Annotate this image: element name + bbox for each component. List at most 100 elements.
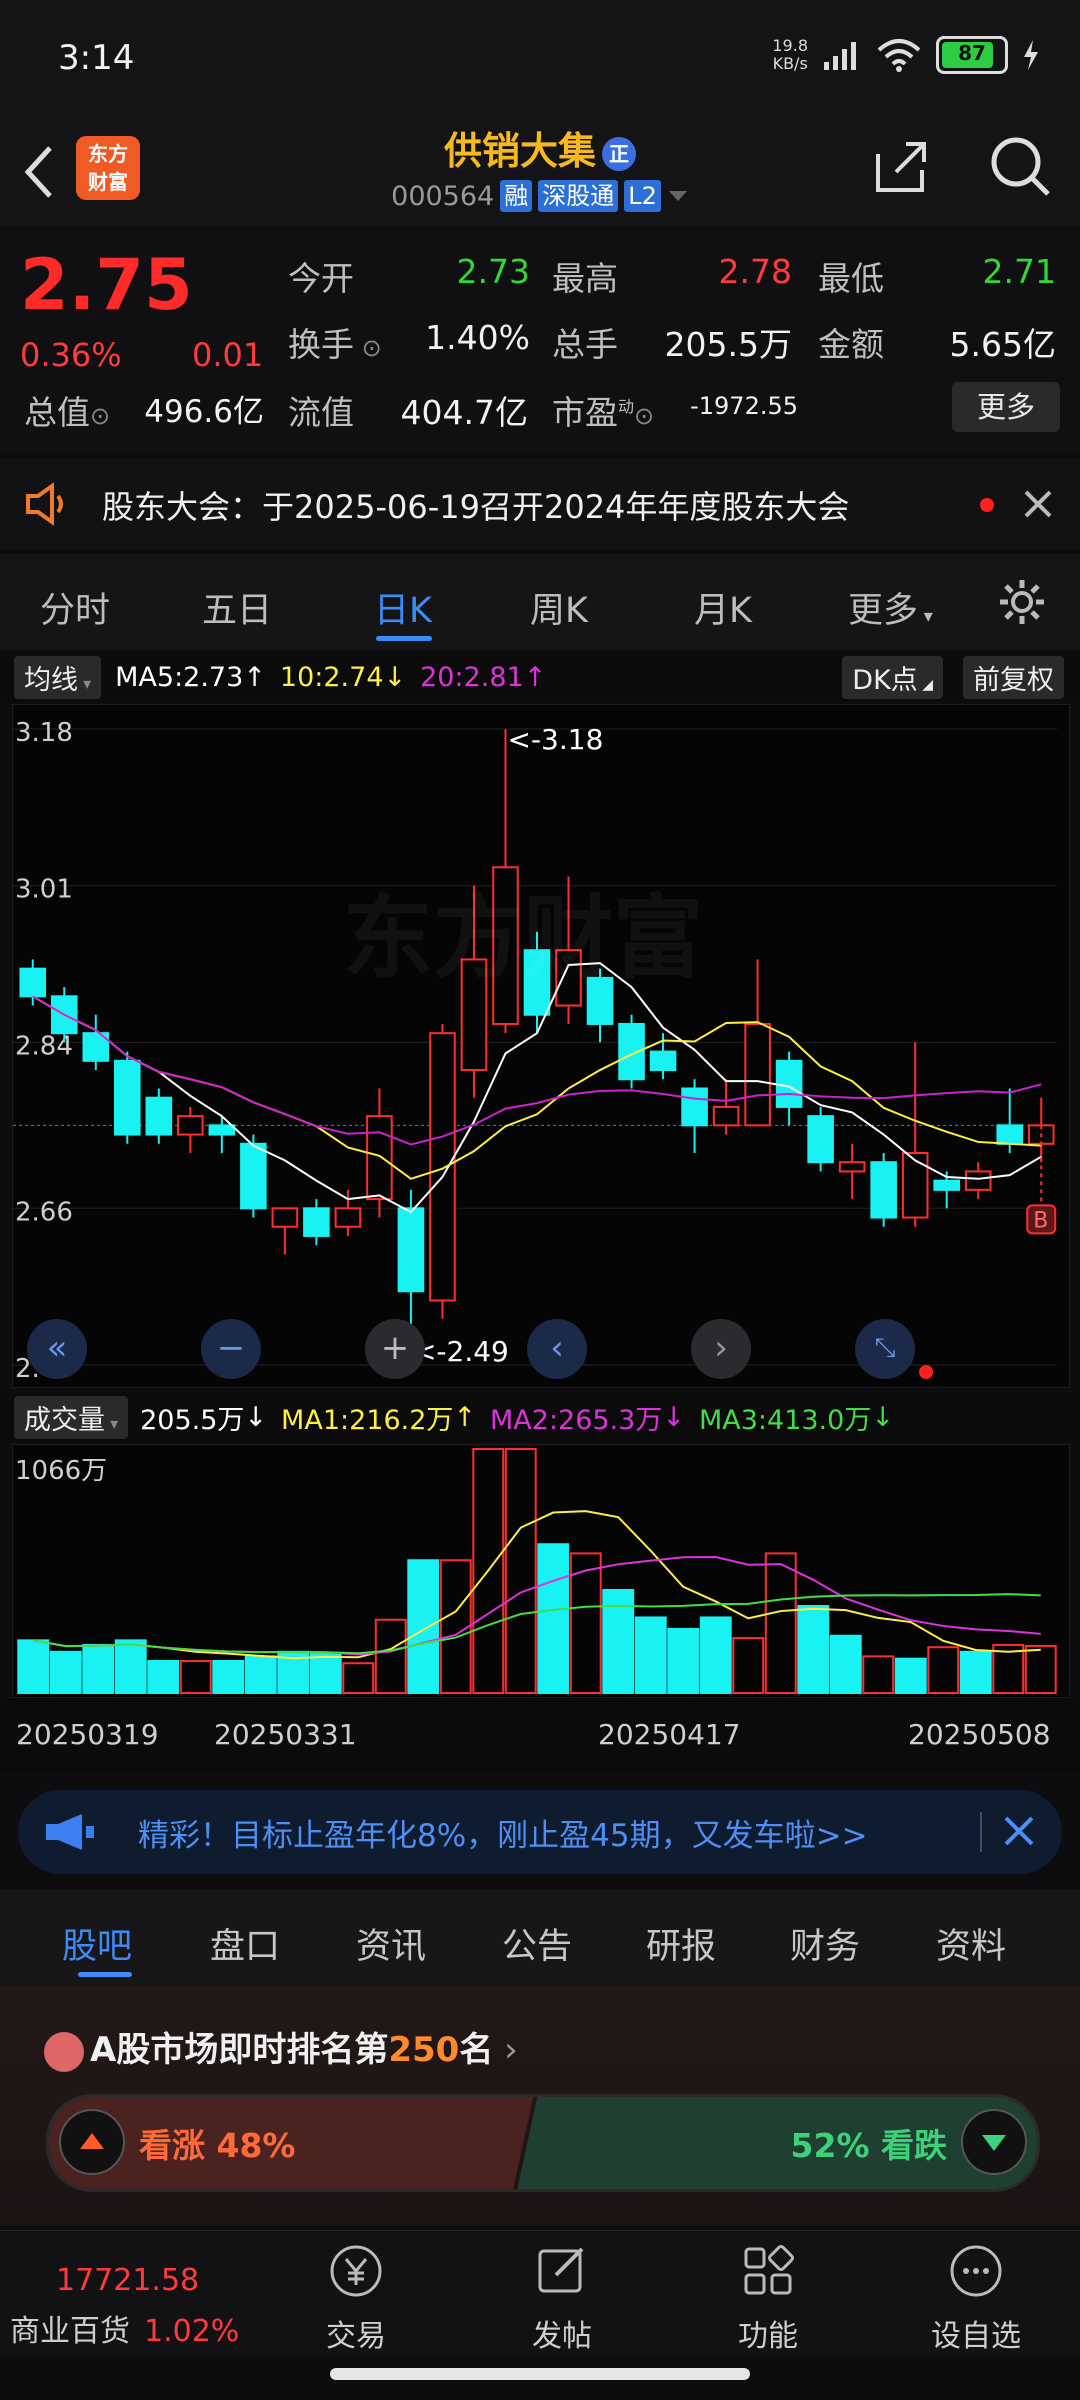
zoom-in-icon[interactable]: +	[365, 1319, 425, 1379]
volume-bar	[732, 1637, 765, 1694]
ma-legend-row: 均线 ▾ MA5:2.73 ↑ 10:2.74 ↓ 20:2.81 ↑ DK点 ◢ 前…	[0, 652, 1080, 702]
volume-svg: 1066万	[15, 1448, 1057, 1695]
vol-ma1: MA1:216.2万	[281, 1404, 454, 1436]
candle-body	[870, 1161, 897, 1219]
turnover-label[interactable]: 换手 ⊙	[288, 318, 382, 366]
tab-more[interactable]: 更多 ▾	[848, 582, 933, 633]
tab-forum[interactable]: 股吧	[62, 1918, 132, 1969]
triangle-up-icon	[80, 2133, 104, 2149]
y-tick-label: 3.18	[15, 718, 73, 748]
promo-banner[interactable]: 精彩！目标止盈年化8%，刚止盈45期，又发车啦>>	[18, 1790, 1062, 1874]
tab-news[interactable]: 资讯	[356, 1918, 426, 1969]
arrow-down-icon: ↓	[244, 1401, 268, 1433]
rank-prefix: A股市场即时排名第	[90, 2030, 389, 2070]
gear-icon[interactable]	[996, 576, 1048, 628]
volume-bar	[764, 1552, 797, 1695]
arrow-up-icon: ↑	[523, 661, 547, 693]
tab-financials[interactable]: 财务	[790, 1918, 860, 1969]
change-value: 0.01	[192, 336, 264, 374]
caret-down-icon: ▾	[78, 673, 92, 693]
adjust-button[interactable]: 前复权	[963, 655, 1064, 699]
vote-up-button[interactable]	[59, 2109, 125, 2175]
vote-down-button[interactable]	[961, 2109, 1027, 2175]
volume-legend-row: 成交量 ▾ 205.5万 ↓ MA1:216.2万 ↑ MA2:265.3万 ↓ MA…	[0, 1392, 1080, 1442]
volume-bar	[179, 1659, 212, 1694]
dk-label: DK点	[852, 664, 918, 696]
dk-point-toggle[interactable]: DK点 ◢	[842, 655, 943, 699]
vote-down-segment[interactable]	[517, 2097, 1037, 2189]
quote-panel: 2.75 0.36% 0.01 今开 2.73 最高 2.78 最低 2.71 …	[0, 226, 1080, 454]
prev-icon[interactable]: ‹	[527, 1319, 587, 1379]
ma-selector[interactable]: 均线 ▾	[14, 655, 102, 699]
float-cap-value: 404.7亿	[400, 393, 528, 432]
stock-name-text: 供销大集	[443, 129, 596, 173]
ma20-value: 20:2.81	[420, 661, 524, 693]
megaphone-icon	[46, 1814, 94, 1850]
nav-add-watchlist[interactable]: 设自选	[906, 2241, 1046, 2355]
signal-icon	[824, 42, 856, 70]
candle-body	[964, 1170, 992, 1191]
tab-daily-k[interactable]: 日K	[374, 582, 432, 633]
date-label: 20250319	[16, 1718, 159, 1751]
rank-suffix: 名	[459, 2030, 494, 2070]
scroll-left-icon[interactable]: «	[27, 1319, 87, 1379]
fullscreen-icon[interactable]: ⤡	[855, 1319, 915, 1379]
nav-trade-label: 交易	[326, 2319, 386, 2354]
close-icon[interactable]	[1002, 1814, 1036, 1848]
candle-body	[303, 1207, 330, 1237]
nav-functions-label: 功能	[738, 2319, 798, 2354]
tab-announcements[interactable]: 公告	[502, 1918, 572, 1969]
vol-ma3-line	[33, 1593, 1041, 1655]
candle-body	[240, 1142, 267, 1210]
share-icon[interactable]	[870, 136, 930, 196]
candle-body	[19, 967, 47, 998]
tab-orderbook[interactable]: 盘口	[210, 1918, 280, 1969]
tab-research[interactable]: 研报	[646, 1918, 716, 1969]
volume-bar	[504, 1448, 537, 1694]
vote-up-label: 看涨 48%	[139, 2126, 296, 2165]
pe-label[interactable]: 市盈动⊙	[552, 386, 654, 434]
volume-selector[interactable]: 成交量 ▾	[14, 1395, 129, 1439]
candle-body	[334, 1207, 362, 1228]
index-ticker[interactable]: 17721.58 商业百货 1.02%	[10, 2241, 250, 2350]
candle-body	[712, 1105, 740, 1127]
volume-bar	[407, 1559, 440, 1695]
nav-trade[interactable]: 交易	[286, 2241, 426, 2355]
nav-functions[interactable]: 功能	[698, 2241, 838, 2355]
tab-monthly-k[interactable]: 月K	[694, 582, 752, 633]
volume-bar	[244, 1655, 277, 1694]
triangle-down-icon	[982, 2135, 1006, 2151]
tab-profile[interactable]: 资料	[936, 1918, 1006, 1969]
zoom-out-icon[interactable]: −	[201, 1319, 261, 1379]
tab-weekly-k[interactable]: 周K	[530, 582, 588, 633]
tab-five-day[interactable]: 五日	[202, 582, 272, 633]
tab-intraday[interactable]: 分时	[40, 582, 110, 633]
candle-body	[397, 1207, 425, 1293]
notice-bar[interactable]: 股东大会：于2025-06-19召开2024年年度股东大会	[0, 458, 1080, 550]
date-label: 20250508	[908, 1718, 1051, 1751]
vote-down-label: 52% 看跌	[790, 2126, 947, 2165]
volume-bar	[17, 1639, 50, 1695]
wifi-icon	[877, 39, 921, 72]
close-icon[interactable]	[1022, 488, 1054, 520]
search-icon[interactable]	[988, 134, 1052, 198]
active-tab-indicator	[376, 636, 432, 641]
last-price: 2.75	[20, 244, 193, 326]
candle-body	[681, 1087, 708, 1127]
nav-post[interactable]: 发帖	[492, 2241, 632, 2355]
volume-bar	[342, 1662, 375, 1694]
kline-chart[interactable]: 3.183.012.842.662.49<-3.18<-2.49B 东方财富 «…	[12, 704, 1070, 1388]
more-dots-icon	[950, 2245, 1002, 2297]
market-cap-label[interactable]: 总值⊙	[24, 386, 110, 434]
candle-body	[366, 1115, 393, 1201]
sentiment-panel: A股市场即时排名第250名 › 看涨 48% 52% 看跌	[0, 1986, 1080, 2226]
bottom-nav: 17721.58 商业百货 1.02% 交易 发帖 功能 设自选	[0, 2230, 1080, 2357]
rank-title[interactable]: A股市场即时排名第250名 ›	[44, 2022, 518, 2072]
volume-chart[interactable]: 1066万	[12, 1444, 1070, 1698]
amount-label: 金额	[818, 325, 884, 364]
next-icon[interactable]: ›	[691, 1319, 751, 1379]
stock-header: 东方 财富 供销大集正 000564 融 深股通 L2	[0, 120, 1080, 226]
more-button[interactable]: 更多	[952, 382, 1060, 432]
net-speed-value: 19.8	[772, 36, 808, 55]
speaker-icon	[26, 482, 63, 526]
